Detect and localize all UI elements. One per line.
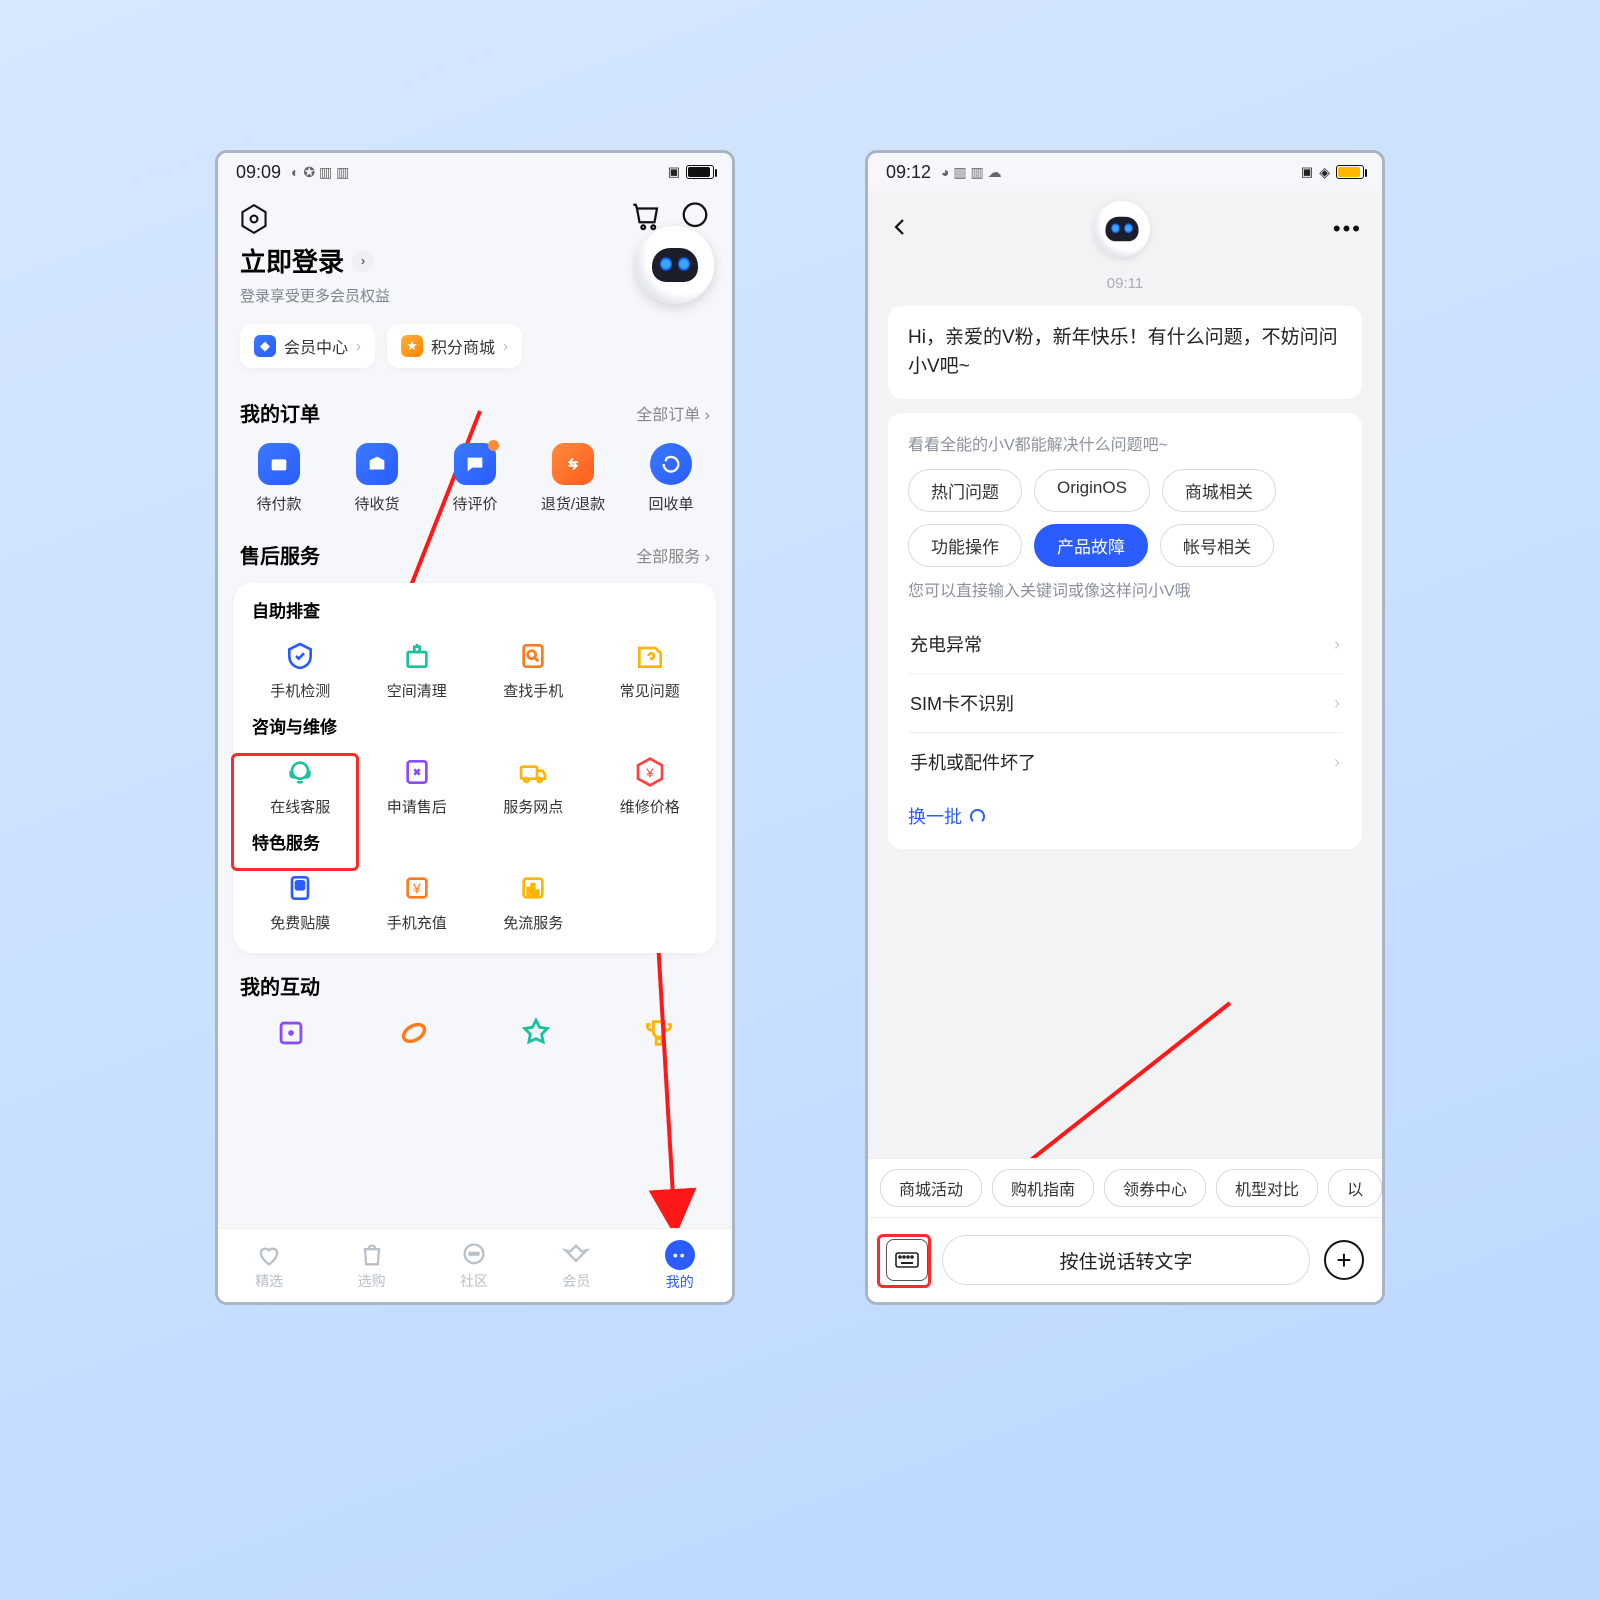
svc-free-film[interactable]: 免费贴膜	[242, 858, 359, 945]
svc-free-data[interactable]: 免流服务	[475, 858, 592, 945]
svc-recharge[interactable]: ¥手机充值	[359, 858, 476, 945]
suggestion-chip[interactable]: 商城活动	[880, 1169, 982, 1207]
battery-icon	[686, 165, 714, 179]
group-self-check-title: 自助排查	[242, 597, 708, 626]
category-pill[interactable]: 产品故障	[1034, 524, 1148, 567]
add-button[interactable]: +	[1324, 1240, 1364, 1280]
suggestion-chip[interactable]: 以	[1328, 1169, 1382, 1207]
suggestion-chip[interactable]: 领券中心	[1104, 1169, 1206, 1207]
service-more-link[interactable]: 全部服务 ›	[636, 543, 710, 567]
chat-timestamp: 09:11	[868, 271, 1382, 306]
interact-header: 我的互动	[218, 953, 732, 1008]
svc-online-support[interactable]: 在线客服	[242, 742, 359, 829]
battery-icon	[1336, 165, 1364, 179]
status-bar: 09:12 ◕ ▥ ▥ ☁ ▣ ◈	[868, 153, 1382, 191]
tab-community[interactable]: 社区	[460, 1241, 488, 1291]
wifi-icon: ◈	[1319, 164, 1330, 181]
category-pill[interactable]: 商城相关	[1162, 469, 1276, 512]
status-bar: 09:09 ◐ ✪ ▥ ▥ ▣	[218, 153, 732, 191]
suggestion-chip[interactable]: 购机指南	[992, 1169, 1094, 1207]
service-card: 自助排查 手机检测 空间清理 查找手机 常见问题 咨询与维修 在线客服 申请售后…	[234, 583, 716, 953]
faq-item[interactable]: 手机或配件坏了›	[908, 733, 1342, 791]
panel-sub-2: 您可以直接输入关键词或像这样问小V哦	[908, 577, 1342, 601]
refresh-icon	[970, 809, 985, 824]
svc-apply-aftersale[interactable]: 申请售后	[359, 742, 476, 829]
refresh-button[interactable]: 换一批	[908, 803, 1342, 829]
status-time: 09:09	[236, 162, 281, 183]
member-center-chip[interactable]: ◆会员中心›	[240, 324, 375, 368]
help-panel: 看看全能的小V都能解决什么问题吧~ 热门问题 OriginOS 商城相关功能操作产品…	[888, 413, 1362, 849]
category-pill[interactable]: OriginOS	[1034, 469, 1150, 512]
chat-header: •••	[868, 191, 1382, 271]
login-title[interactable]: 立即登录	[240, 242, 344, 279]
orders-header: 我的订单 全部订单 ›	[218, 386, 732, 435]
chevron-right-icon[interactable]: ›	[352, 250, 374, 272]
order-pending-receive[interactable]: 待收货	[328, 443, 426, 514]
order-pending-pay[interactable]: 待付款	[230, 443, 328, 514]
interact-title: 我的互动	[240, 971, 320, 1000]
sim-icon: ▣	[1301, 164, 1313, 180]
interact-2[interactable]	[365, 1016, 463, 1050]
tab-mine[interactable]: ••我的	[665, 1240, 695, 1292]
service-title: 售后服务	[240, 540, 320, 569]
category-pill[interactable]: 帐号相关	[1160, 524, 1274, 567]
back-button[interactable]	[888, 215, 912, 244]
points-mall-chip[interactable]: ★积分商城›	[387, 324, 522, 368]
orders-title: 我的订单	[240, 398, 320, 427]
svc-service-points[interactable]: 服务网点	[475, 742, 592, 829]
suggestion-chip[interactable]: 机型对比	[1216, 1169, 1318, 1207]
faq-item[interactable]: 充电异常›	[908, 615, 1342, 674]
bot-avatar	[1094, 201, 1150, 257]
group-consult-title: 咨询与维修	[242, 713, 708, 742]
svg-text:¥: ¥	[412, 881, 422, 897]
tab-vip[interactable]: 会员	[562, 1241, 590, 1291]
login-block: 立即登录 › 登录享受更多会员权益	[218, 236, 732, 324]
category-pill[interactable]: 热门问题	[908, 469, 1022, 512]
interact-1[interactable]	[242, 1016, 340, 1050]
sim-icon: ▣	[668, 164, 680, 180]
bottom-tabbar: 精选 选购 社区 会员 ••我的	[218, 1228, 732, 1302]
status-icons: ◐ ✪ ▥ ▥	[291, 164, 349, 181]
svc-repair-price[interactable]: ¥维修价格	[592, 742, 709, 829]
input-bar: 按住说话转文字 +	[868, 1218, 1382, 1302]
svg-text:¥: ¥	[645, 765, 654, 780]
svc-space-clean[interactable]: 空间清理	[359, 626, 476, 713]
category-pills: 热门问题 OriginOS 商城相关功能操作产品故障帐号相关	[908, 469, 1342, 567]
interact-row	[218, 1008, 732, 1050]
svc-faq[interactable]: 常见问题	[592, 626, 709, 713]
group-special-title: 特色服务	[242, 829, 708, 858]
left-phone: 09:09 ◐ ✪ ▥ ▥ ▣ 立即登录 › 登录享受更多会员权益	[215, 150, 735, 1305]
status-icons: ◕ ▥ ▥ ☁	[941, 164, 1002, 181]
svc-find-phone[interactable]: 查找手机	[475, 626, 592, 713]
suggestion-bar: 商城活动购机指南领券中心机型对比以	[868, 1158, 1382, 1218]
interact-4[interactable]	[610, 1016, 708, 1050]
orders-more-link[interactable]: 全部订单 ›	[636, 401, 710, 425]
svc-phone-check[interactable]: 手机检测	[242, 626, 359, 713]
order-recycle[interactable]: 回收单	[622, 443, 720, 514]
order-pending-review[interactable]: 待评价	[426, 443, 524, 514]
profile-avatar[interactable]	[636, 226, 714, 304]
shortcut-chips: ◆会员中心› ★积分商城›	[218, 324, 732, 386]
tab-shop[interactable]: 选购	[358, 1241, 386, 1291]
greeting-bubble: Hi，亲爱的V粉，新年快乐！有什么问题，不妨问问小V吧~	[888, 306, 1362, 399]
more-menu-button[interactable]: •••	[1333, 216, 1362, 242]
faq-list: 充电异常›SIM卡不识别›手机或配件坏了›	[908, 615, 1342, 791]
status-time: 09:12	[886, 162, 931, 183]
order-refund[interactable]: 退货/退款	[524, 443, 622, 514]
panel-sub-1: 看看全能的小V都能解决什么问题吧~	[908, 431, 1342, 455]
voice-input[interactable]: 按住说话转文字	[942, 1235, 1310, 1285]
login-subtitle: 登录享受更多会员权益	[240, 285, 710, 306]
category-pill[interactable]: 功能操作	[908, 524, 1022, 567]
header-row	[218, 191, 732, 236]
service-header: 售后服务 全部服务 ›	[218, 528, 732, 577]
interact-3[interactable]	[487, 1016, 585, 1050]
orders-row: 待付款 待收货 待评价 退货/退款 回收单	[218, 435, 732, 528]
settings-hex-icon[interactable]	[240, 204, 268, 234]
keyboard-toggle-button[interactable]	[886, 1239, 928, 1281]
faq-item[interactable]: SIM卡不识别›	[908, 674, 1342, 733]
tab-featured[interactable]: 精选	[255, 1241, 283, 1291]
right-phone: 09:12 ◕ ▥ ▥ ☁ ▣ ◈ ••• 09:11 Hi，亲爱的V粉，新年快…	[865, 150, 1385, 1305]
